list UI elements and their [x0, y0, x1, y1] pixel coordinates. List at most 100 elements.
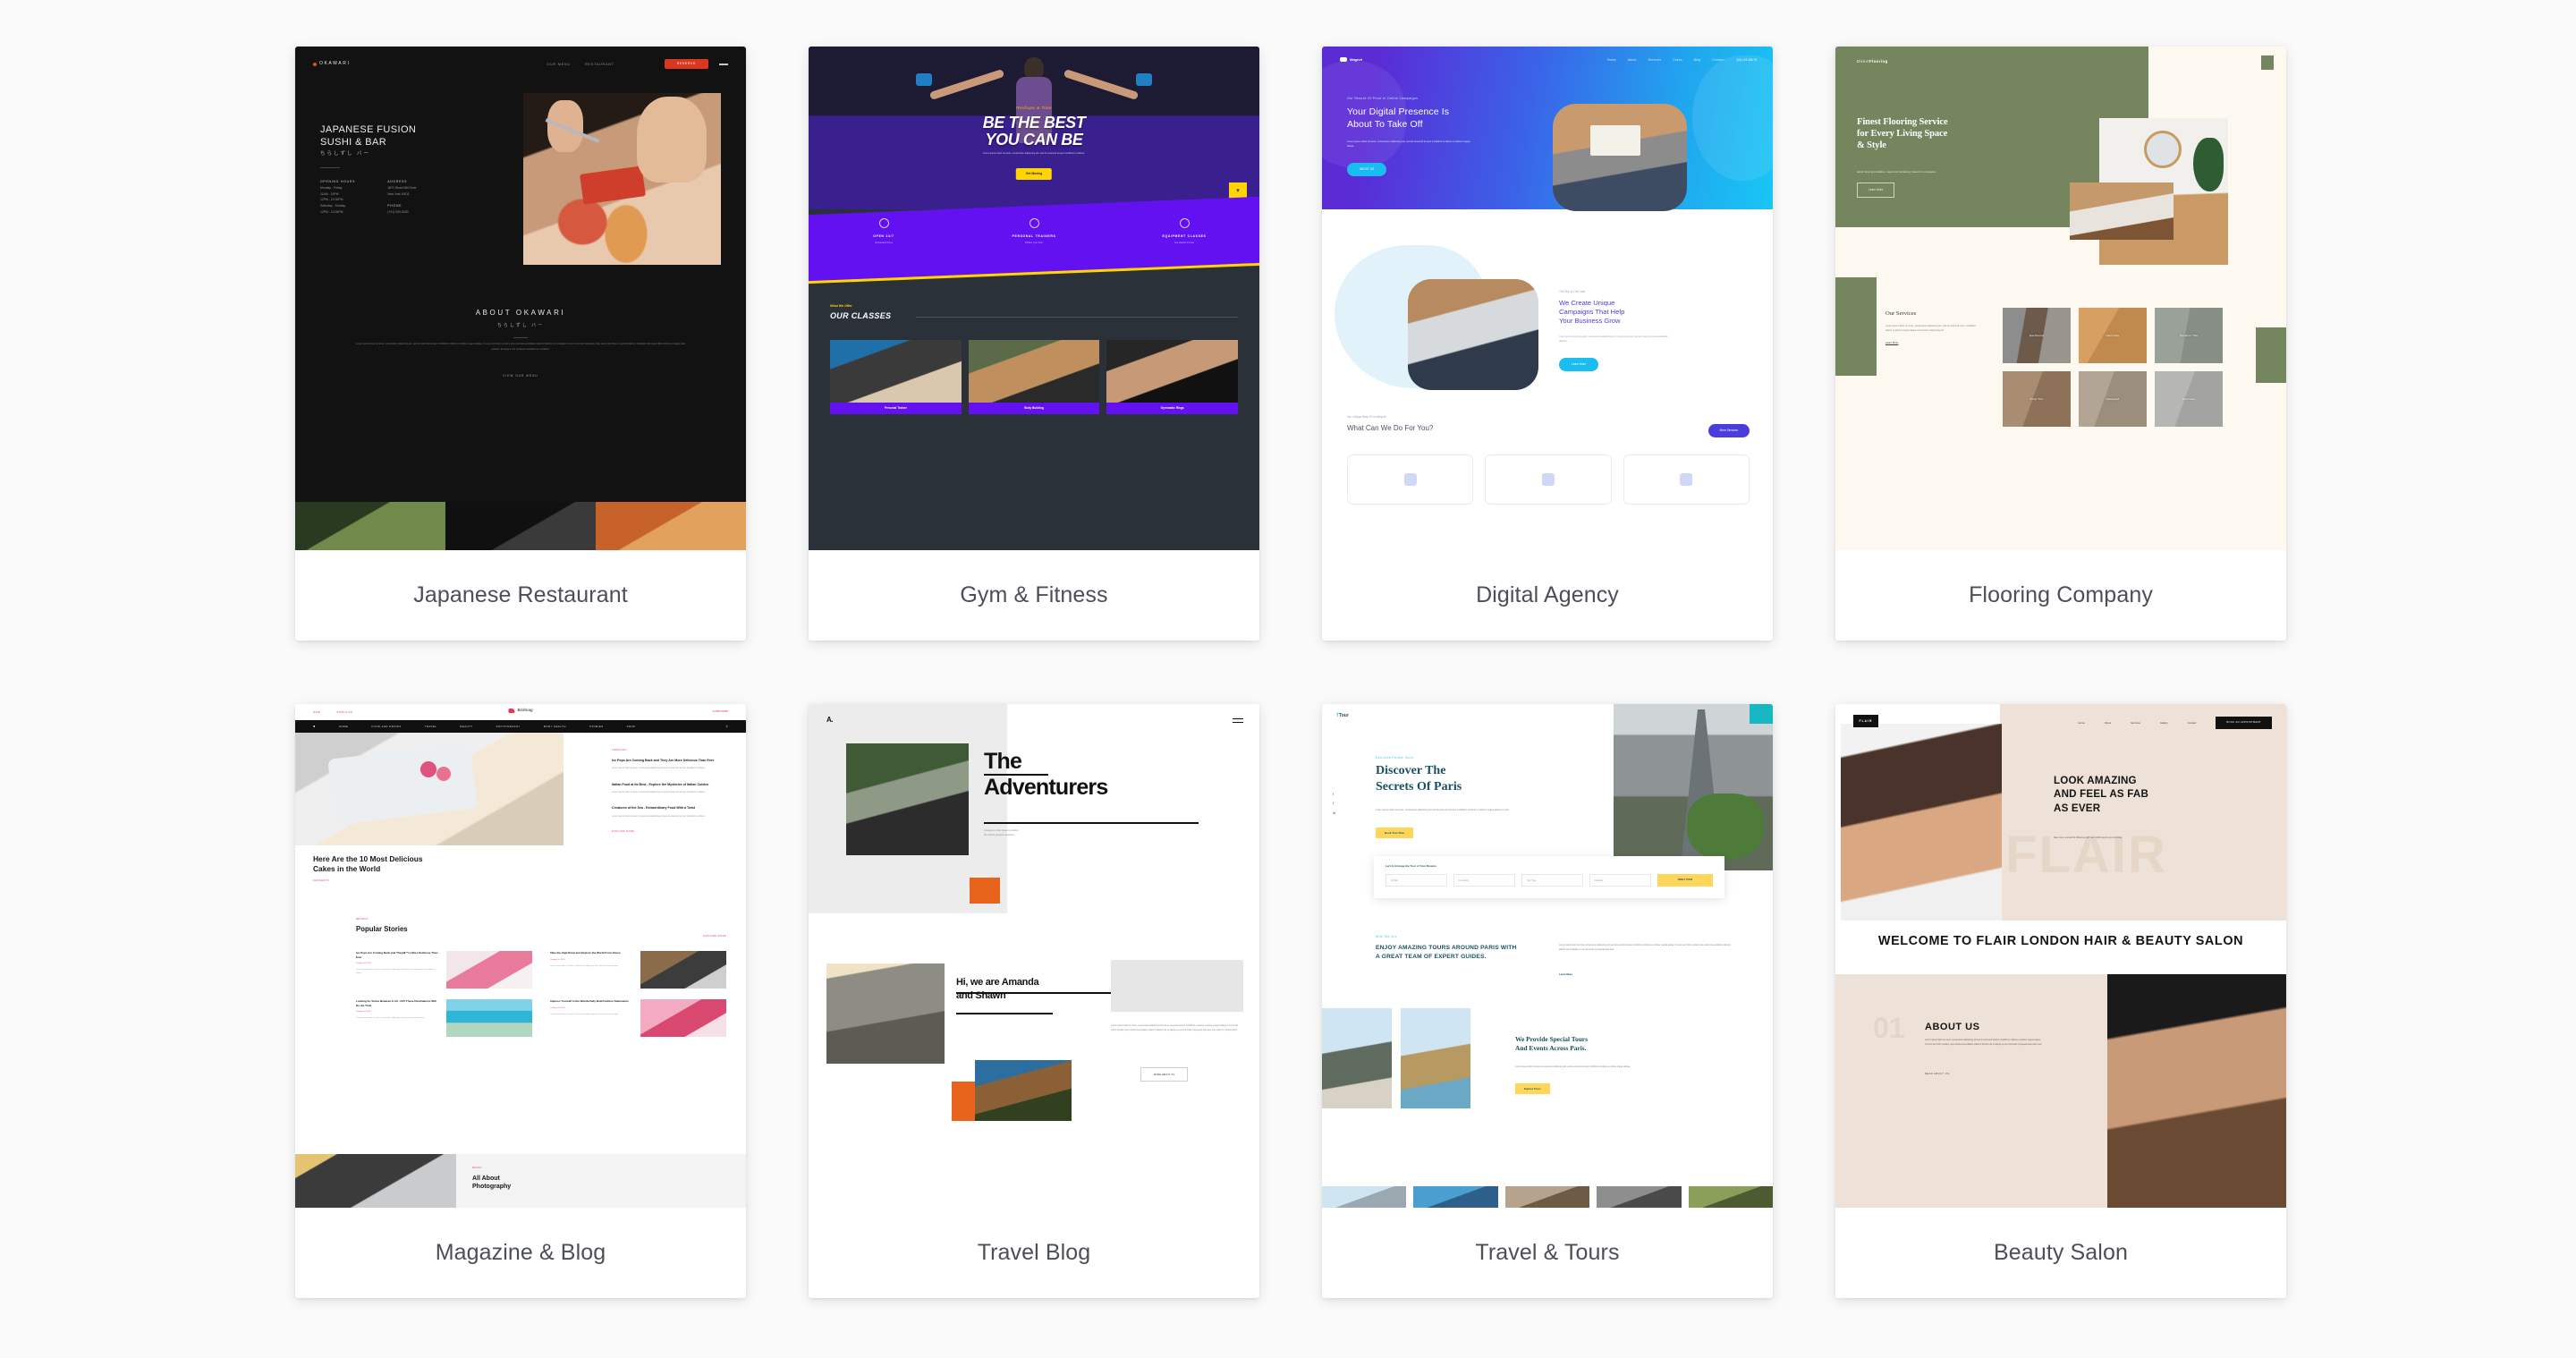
- story-date: October 14, 2021: [550, 958, 565, 961]
- camera-image: [295, 1154, 456, 1208]
- service-tile: [1485, 454, 1612, 505]
- sidebar-more-link: EXPLORE MORE: [612, 830, 635, 834]
- about-text: Lorem ipsum dolor sit amet, consectetur …: [356, 343, 685, 351]
- template-card-japanese-restaurant[interactable]: OKAWARI OUR MENU RESTAURANT RESERVE JAPA…: [295, 47, 746, 641]
- form-field-duration: Duration: [1589, 874, 1651, 887]
- story-image: [446, 999, 532, 1037]
- nav-item: FOOD AND DRINKS: [371, 724, 402, 728]
- menu-line: [1233, 718, 1243, 719]
- story-excerpt: Lorem ipsum dolor sit amet, consectetur …: [356, 1017, 425, 1020]
- book-appointment-button: BOOK AN APPOINTMENT: [2216, 717, 2272, 729]
- material-label: Carpeted: [2106, 396, 2120, 401]
- info-line: (+01) 000-0000: [387, 210, 409, 215]
- book-tour-button: Book Tour Now: [1376, 828, 1413, 839]
- material-label: Concrete: [2182, 396, 2196, 401]
- template-preview-magazine-blog[interactable]: NEW POPULAR Birdmag SUBSCRIBE ● HOME FOO…: [295, 704, 746, 1208]
- story-item: Ice Pops Are Coming Back and Theyâ€™re M…: [356, 951, 532, 989]
- nav-item: Gallery: [2159, 720, 2168, 725]
- info-line: 12PM - 10:30PM: [320, 198, 343, 202]
- template-preview-travel-blog[interactable]: A. The Adventurers A couple on their que…: [809, 704, 1259, 1208]
- template-preview-digital-agency[interactable]: Magnet Home About Services Cases Blog Co…: [1322, 47, 1773, 550]
- feature-sub: Convenient hours: [874, 241, 894, 244]
- story-item: Take the High Road and Explore the World…: [550, 951, 726, 989]
- tours-paragraph: Lorem ipsum dolor sit amet consectetur a…: [1515, 1065, 1631, 1068]
- more-about-us-button: MORE ABOUT US: [1140, 1067, 1188, 1082]
- mini-site-magazine-blog: NEW POPULAR Birdmag SUBSCRIBE ● HOME FOO…: [295, 704, 746, 1208]
- strip-image: [1688, 1186, 1773, 1208]
- subscribe-link: SUBSCRIBE: [712, 709, 728, 713]
- gallery-thumb: [295, 502, 445, 550]
- form-title: Let Us Arrange the Tour of Your Dreams: [1385, 864, 1436, 868]
- popular-kicker: RECENT: [356, 917, 369, 921]
- green-accent-left: [1835, 277, 1877, 376]
- section-number: 01: [1873, 1012, 1905, 1044]
- template-card-flooring-company[interactable]: DirectFlooring Finest Flooring Service f…: [1835, 47, 2286, 641]
- green-accent-right: [2256, 327, 2286, 383]
- story-text: Impress Yourself in the Wonderfully Bold…: [550, 999, 633, 1037]
- feature-item: EQUIPMENT CLASSES Get started for free: [1109, 218, 1259, 245]
- section-kicker: The Sky Is The Limit: [1559, 290, 1585, 293]
- info-title: ADDRESS: [387, 180, 408, 183]
- section-paragraph: Lorem ipsum dolor sit amet consectetur a…: [1559, 944, 1732, 951]
- about-title-jp: ちらしずし バー: [496, 322, 545, 328]
- template-card-beauty-salon[interactable]: FLAIR Home About Services Gallery Contac…: [1835, 704, 2286, 1298]
- trainer-icon: [1029, 218, 1039, 228]
- underline-rule: [984, 774, 1048, 776]
- hero-headline: Here Are the 10 Most Delicious Cakes in …: [313, 854, 423, 873]
- nav-item: SHOP: [626, 724, 636, 728]
- site-logo: TTour: [1336, 713, 1349, 719]
- template-card-travel-blog[interactable]: A. The Adventurers A couple on their que…: [809, 704, 1259, 1298]
- info-line: 12PM - 10:30PM: [320, 210, 343, 215]
- strip-image: [1504, 1186, 1590, 1208]
- feature-item: PERSONAL TRAINERS Perfect your form: [959, 218, 1109, 245]
- site-logo: A.: [826, 716, 834, 724]
- mini-site-travel-tours: TTour f t in Exclusive Private Tours Disco…: [1322, 704, 1773, 1208]
- template-card-gym-fitness[interactable]: Reshape & Tone BE THE BEST YOU CAN BE Lo…: [809, 47, 1259, 641]
- nav-item: About: [2104, 720, 2112, 725]
- template-preview-japanese-restaurant[interactable]: OKAWARI OUR MENU RESTAURANT RESERVE JAPA…: [295, 47, 746, 550]
- template-preview-travel-tours[interactable]: TTour f t in Exclusive Private Tours Disco…: [1322, 704, 1773, 1208]
- footer-gallery: [295, 502, 746, 550]
- hero-paragraph: Lorem ipsum dolor sit amet, consectetur …: [1376, 809, 1510, 811]
- mini-site-flooring-company: DirectFlooring Finest Flooring Service f…: [1835, 47, 2286, 550]
- sidebar-kicker: TRENDING: [612, 749, 627, 751]
- clock-icon: [878, 218, 889, 228]
- feature-title: OPEN 24/7: [873, 234, 894, 238]
- section-text: Lorem ipsum dolor sit amet, consectetur …: [1925, 1039, 2043, 1046]
- template-card-magazine-blog[interactable]: NEW POPULAR Birdmag SUBSCRIBE ● HOME FOO…: [295, 704, 746, 1298]
- search-icon: ⚲: [725, 724, 728, 728]
- material-tile: Concrete: [2155, 371, 2223, 427]
- services-link: Learn More: [1885, 340, 1899, 344]
- story-item: Looking for Solice Between It All - 24/7…: [356, 999, 532, 1037]
- menu-icon: [1233, 718, 1243, 726]
- site-logo: FLAIR: [1853, 715, 1878, 727]
- material-label: Ceramic Tile: [2179, 333, 2199, 337]
- mini-site-travel-blog: A. The Adventurers A couple on their que…: [809, 704, 1259, 1208]
- service-tiles: [1347, 454, 1750, 505]
- template-card-digital-agency[interactable]: Magnet Home About Services Cases Blog Co…: [1322, 47, 1773, 641]
- form-field-destination: In Paris: [1385, 874, 1447, 887]
- figure-arm-left: [928, 68, 1005, 101]
- info-title: PHONE: [387, 204, 402, 208]
- story-date: October 14, 2021: [550, 1006, 565, 1009]
- menu-line: [1233, 722, 1243, 723]
- about-link: VIEW OUR MENU: [503, 374, 538, 378]
- template-preview-gym-fitness[interactable]: Reshape & Tone BE THE BEST YOU CAN BE Lo…: [809, 47, 1259, 550]
- class-image: [1106, 340, 1239, 403]
- hero-paragraph: A couple on their quest to explore the w…: [984, 829, 1019, 836]
- hero-paragraph: Flair has a wonderful following with ove…: [2054, 836, 2123, 839]
- social-links: f t in: [1333, 792, 1336, 815]
- section-headline: We Create Unique Campaigns That Help You…: [1559, 299, 1625, 326]
- service-icon: [1680, 473, 1693, 486]
- sidebar-title: Italian Food at Its Best - Explore the M…: [612, 782, 709, 786]
- story-image: [446, 951, 532, 989]
- about-headline: Hi, we are Amanda and Shawn: [956, 977, 1039, 1001]
- template-preview-flooring-company[interactable]: DirectFlooring Finest Flooring Service f…: [1835, 47, 2286, 550]
- divider: [320, 167, 340, 168]
- section-headline: ENJOY AMAZING TOURS AROUND PARIS WITH A …: [1376, 945, 1517, 960]
- strip-image: [1413, 1186, 1498, 1208]
- template-card-travel-tours[interactable]: TTour f t in Exclusive Private Tours Disco…: [1322, 704, 1773, 1298]
- find-tour-button: FIND A TOUR: [1657, 874, 1713, 887]
- template-preview-beauty-salon[interactable]: FLAIR Home About Services Gallery Contac…: [1835, 704, 2286, 1208]
- hero-tag: DESSERTS: [313, 879, 329, 882]
